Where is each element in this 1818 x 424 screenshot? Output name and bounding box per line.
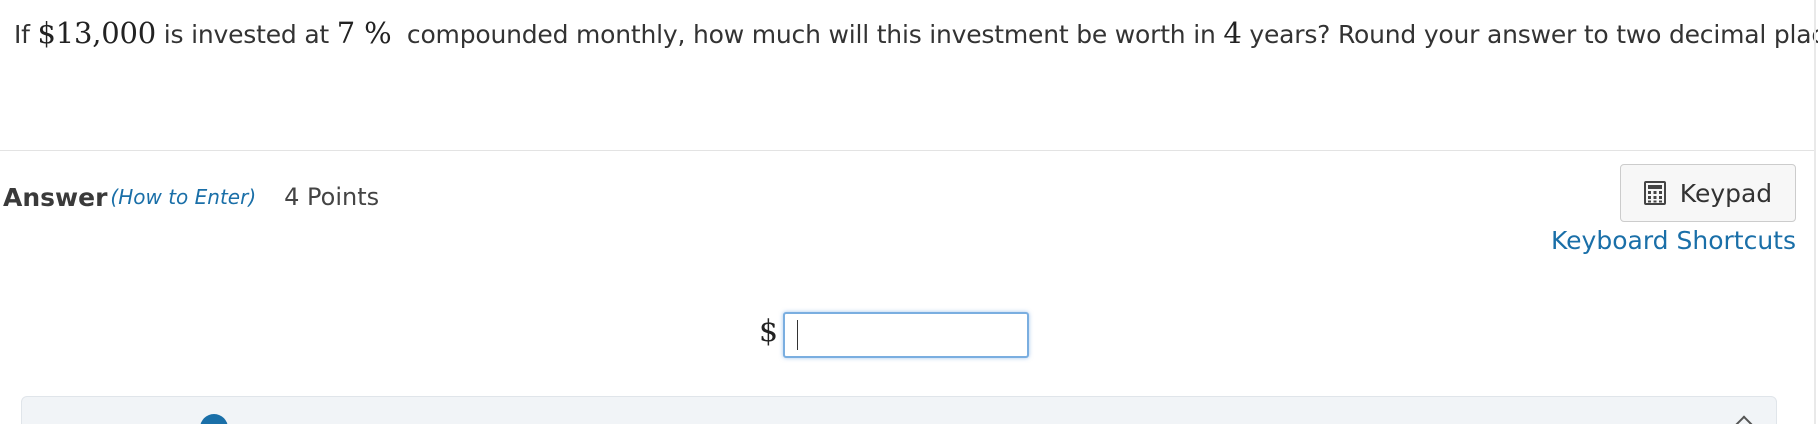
keypad-button[interactable]: Keypad	[1620, 164, 1796, 222]
question-text: If $13,000 is invested at 7 % compounded…	[14, 14, 1818, 54]
question-mid-2: compounded monthly, how much will this i…	[391, 20, 1224, 49]
section-divider	[0, 150, 1816, 151]
help-panel	[21, 396, 1777, 424]
calculator-icon	[1643, 181, 1666, 205]
answer-header: Answer (How to Enter) 4 Points	[3, 180, 379, 214]
answer-input[interactable]	[783, 312, 1029, 358]
question-mid-1: is invested at	[156, 20, 337, 49]
how-to-enter-link[interactable]: (How to Enter)	[110, 185, 256, 209]
question-suffix: years? Round your answer to two decimal …	[1241, 20, 1818, 49]
question-prefix: If	[14, 20, 38, 49]
text-caret	[797, 320, 798, 350]
principal-amount: $13,000	[37, 16, 157, 50]
points-label: 4 Points	[284, 183, 380, 211]
answer-label: Answer	[3, 182, 108, 212]
years-value: 4	[1223, 16, 1242, 50]
question-page: If $13,000 is invested at 7 % compounded…	[0, 0, 1818, 424]
content-right-border	[1814, 0, 1816, 424]
keyboard-shortcuts-link[interactable]: Keyboard Shortcuts	[1551, 226, 1796, 255]
interest-rate: 7 %	[336, 16, 392, 50]
currency-symbol: $	[759, 314, 779, 349]
keypad-button-label: Keypad	[1679, 178, 1773, 208]
